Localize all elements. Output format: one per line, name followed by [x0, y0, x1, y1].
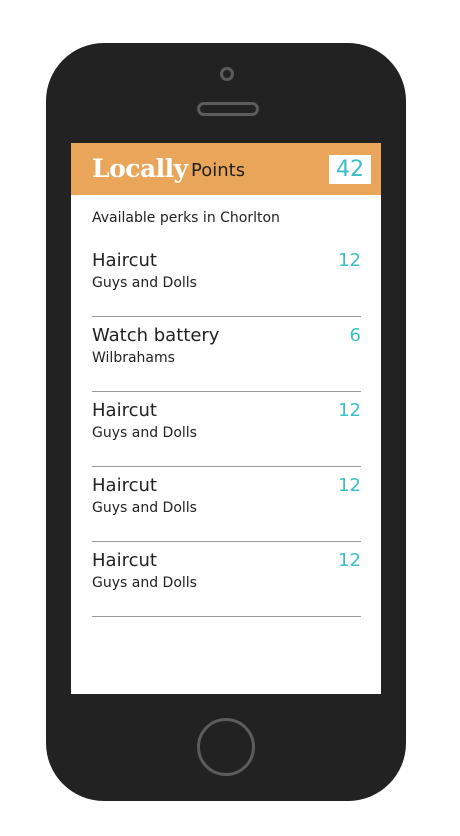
perk-name: Watch battery [92, 325, 220, 346]
perk-points: 12 [338, 400, 361, 421]
perks-subtitle: Available perks in Chorlton [92, 210, 280, 226]
perk-points: 12 [338, 250, 361, 271]
phone-frame: Locally Points 42 Available perks in Cho… [46, 43, 406, 801]
perk-name: Haircut [92, 400, 157, 421]
home-button[interactable] [197, 718, 255, 776]
perk-merchant: Guys and Dolls [92, 425, 197, 441]
perk-points: 12 [338, 475, 361, 496]
points-total-badge: 42 [329, 155, 371, 184]
app-screen: Locally Points 42 Available perks in Cho… [71, 143, 381, 694]
perk-name: Haircut [92, 475, 157, 496]
perk-points: 12 [338, 550, 361, 571]
perk-merchant: Guys and Dolls [92, 500, 197, 516]
perk-merchant: Guys and Dolls [92, 275, 197, 291]
speaker-grille [197, 102, 259, 116]
points-label: Points [191, 160, 246, 181]
perk-points: 6 [349, 325, 361, 346]
perks-list: Haircut Guys and Dolls 12 Watch battery … [92, 243, 361, 618]
perk-item[interactable]: Watch battery Wilbrahams 6 [92, 318, 361, 392]
perk-item[interactable]: Haircut Guys and Dolls 12 [92, 243, 361, 317]
app-header: Locally Points 42 [71, 143, 381, 195]
perk-item[interactable]: Haircut Guys and Dolls 12 [92, 393, 361, 467]
perk-name: Haircut [92, 250, 157, 271]
perk-merchant: Guys and Dolls [92, 575, 197, 591]
perk-item[interactable]: Haircut Guys and Dolls 12 [92, 543, 361, 617]
camera-icon [220, 67, 234, 81]
brand-logo: Locally [92, 154, 188, 183]
perk-merchant: Wilbrahams [92, 350, 175, 366]
perk-name: Haircut [92, 550, 157, 571]
perk-item[interactable]: Haircut Guys and Dolls 12 [92, 468, 361, 542]
